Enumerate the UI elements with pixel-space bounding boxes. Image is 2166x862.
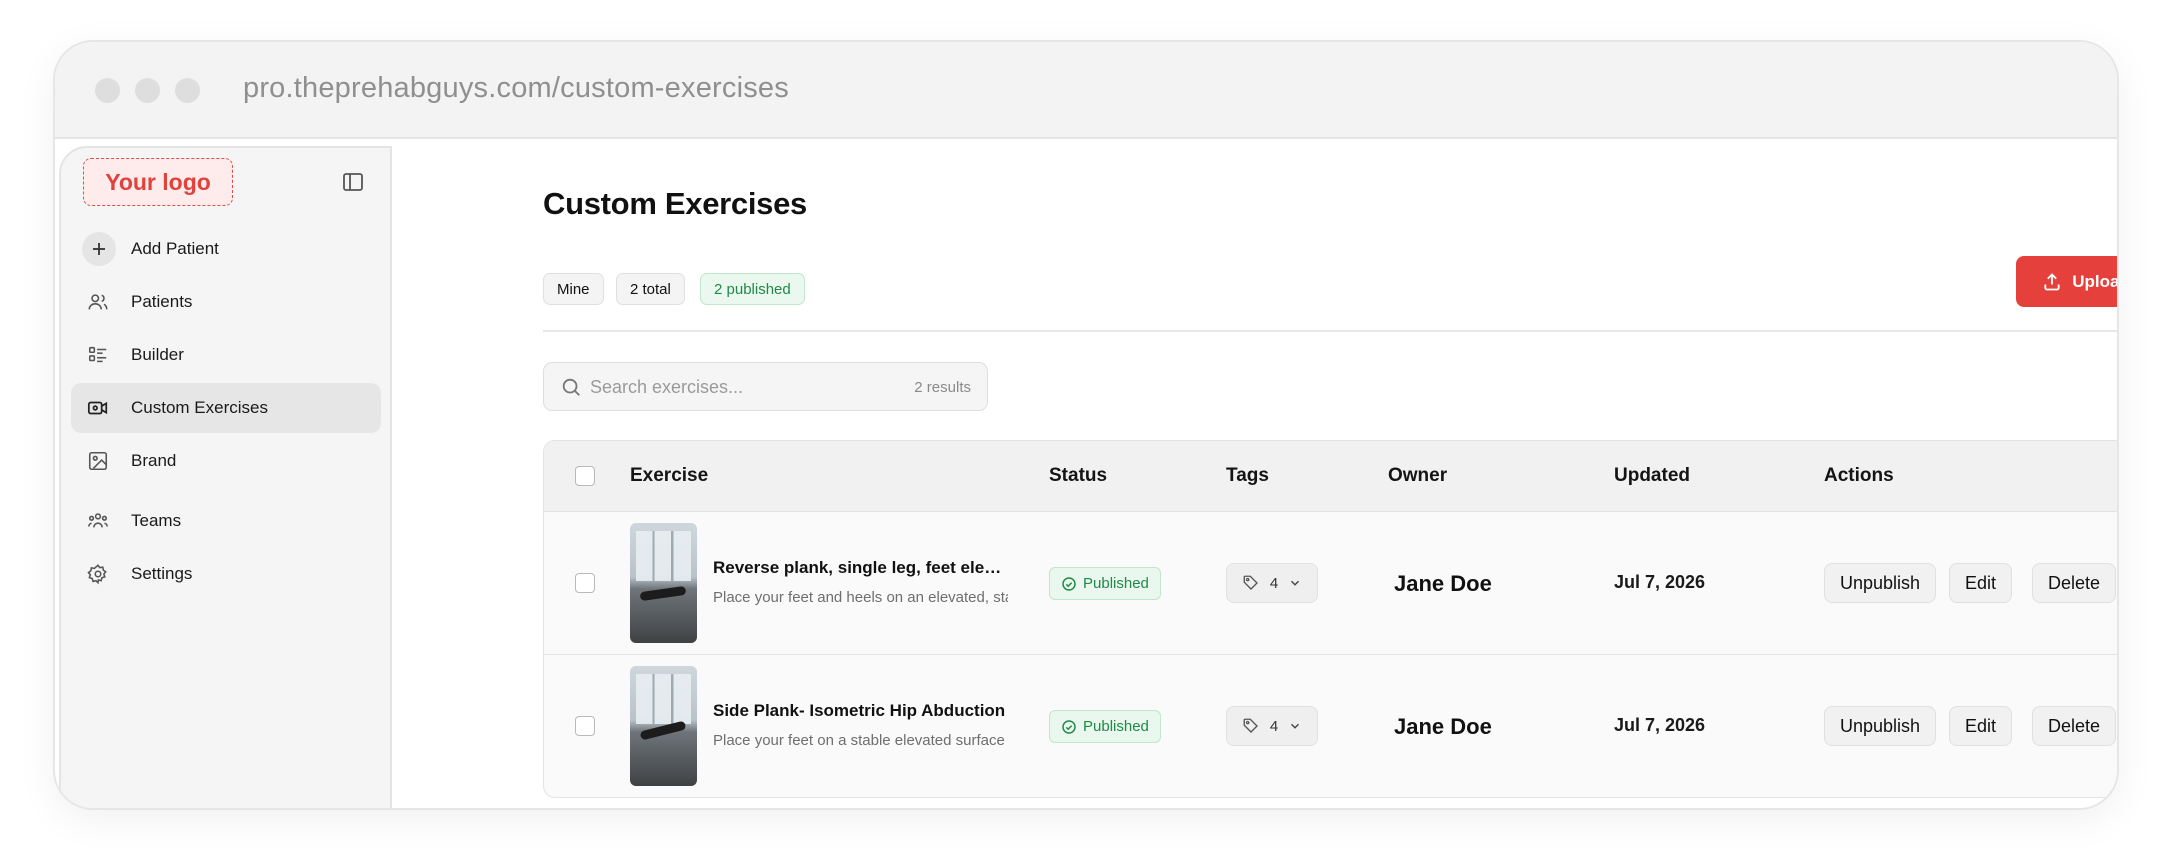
- chevron-down-icon: [1291, 723, 1300, 729]
- header-divider: [543, 330, 2117, 332]
- sidebar: Your logo Add Patient Patients Builder C…: [59, 146, 392, 808]
- total-count-chip: 2 total: [616, 273, 685, 305]
- plus-icon: [82, 232, 116, 266]
- status-badge: Published: [1049, 567, 1161, 600]
- column-header-exercise[interactable]: Exercise: [630, 465, 708, 487]
- check-circle-icon: [1062, 576, 1076, 591]
- status-badge: Published: [1049, 710, 1161, 743]
- page-title: Custom Exercises: [543, 186, 807, 221]
- status-label: Published: [1083, 718, 1149, 735]
- sidebar-item-label: Settings: [131, 564, 193, 583]
- exercises-table: Exercise Status Tags Owner Updated Actio…: [543, 440, 2117, 798]
- column-header-owner[interactable]: Owner: [1388, 465, 1447, 487]
- edit-button[interactable]: Edit: [1949, 706, 2013, 746]
- tags-count: 4: [1269, 574, 1279, 592]
- team-icon: [88, 513, 108, 528]
- row-checkbox[interactable]: [575, 716, 595, 736]
- select-all-checkbox[interactable]: [575, 466, 595, 486]
- unpublish-button[interactable]: Unpublish: [1824, 706, 1937, 746]
- sidebar-item-teams[interactable]: Teams: [71, 496, 381, 546]
- sidebar-toggle-icon[interactable]: [341, 170, 365, 194]
- sidebar-item-builder[interactable]: Builder: [71, 330, 381, 380]
- browser-window: pro.theprehabguys.com/custom-exercises Y…: [53, 40, 2119, 810]
- table-row[interactable]: Reverse plank, single leg, feet elevated…: [544, 512, 2117, 655]
- video-icon: [87, 401, 108, 415]
- search-input[interactable]: Search exercises... 2 results: [543, 362, 988, 411]
- tags-dropdown[interactable]: 4: [1226, 563, 1318, 603]
- tags-count: 4: [1269, 717, 1279, 735]
- sidebar-item-label: Builder: [131, 345, 184, 364]
- unpublish-button[interactable]: Unpublish: [1824, 563, 1937, 603]
- sidebar-item-label: Brand: [131, 451, 177, 470]
- tags-icon: [1243, 575, 1258, 590]
- users-icon: [88, 294, 108, 310]
- row-checkbox[interactable]: [575, 573, 595, 593]
- table-header: Exercise Status Tags Owner Updated Actio…: [544, 441, 2117, 512]
- window-maximize-dot[interactable]: [175, 78, 200, 103]
- sidebar-item-settings[interactable]: Settings: [71, 549, 381, 599]
- brand-logo[interactable]: Your logo: [83, 158, 233, 206]
- tags-dropdown[interactable]: 4: [1226, 706, 1318, 746]
- image-icon: [88, 451, 108, 471]
- column-header-tags[interactable]: Tags: [1226, 465, 1269, 487]
- owner-name: Jane Doe: [1394, 571, 1492, 596]
- column-header-updated[interactable]: Updated: [1614, 465, 1690, 487]
- column-header-status[interactable]: Status: [1049, 465, 1107, 487]
- window-close-dot[interactable]: [95, 78, 120, 103]
- exercise-title[interactable]: Reverse plank, single leg, feet elevated: [713, 558, 1008, 578]
- updated-date: Jul 7, 2026: [1614, 572, 1706, 592]
- list-icon: [88, 346, 107, 363]
- sidebar-item-add-patient[interactable]: Add Patient: [71, 224, 381, 274]
- exercise-title[interactable]: Side Plank- Isometric Hip Abduction: [713, 701, 1008, 721]
- edit-button[interactable]: Edit: [1949, 563, 2013, 603]
- address-bar-url[interactable]: pro.theprehabguys.com/custom-exercises: [243, 72, 789, 105]
- tags-icon: [1243, 718, 1258, 733]
- sidebar-item-custom-exercises[interactable]: Custom Exercises: [71, 383, 381, 433]
- sidebar-item-label: Add Patient: [131, 239, 219, 258]
- sidebar-item-label: Custom Exercises: [131, 398, 268, 417]
- exercise-thumbnail[interactable]: [630, 523, 697, 643]
- upload-icon: [2044, 272, 2060, 290]
- sidebar-item-brand[interactable]: Brand: [71, 436, 381, 486]
- search-results-count: 2 results: [914, 379, 971, 396]
- search-icon: [562, 378, 580, 396]
- sidebar-item-label: Teams: [131, 511, 182, 530]
- upload-button[interactable]: Upload: [2016, 256, 2119, 307]
- published-count-chip: 2 published: [700, 273, 805, 305]
- main-content: Custom Exercises Mine 2 total 2 publishe…: [493, 146, 2117, 808]
- check-circle-icon: [1062, 719, 1076, 734]
- browser-titlebar: pro.theprehabguys.com/custom-exercises: [55, 42, 2117, 139]
- updated-date: Jul 7, 2026: [1614, 715, 1706, 735]
- delete-button[interactable]: Delete: [2032, 706, 2117, 746]
- upload-button-label: Upload: [2072, 271, 2119, 291]
- owner-name: Jane Doe: [1394, 714, 1492, 739]
- sidebar-item-label: Patients: [131, 292, 193, 311]
- exercise-description: Place your feet on a stable elevated sur…: [713, 732, 1005, 749]
- search-placeholder: Search exercises...: [590, 377, 744, 397]
- column-header-actions: Actions: [1824, 465, 1894, 486]
- filter-chip-mine[interactable]: Mine: [543, 273, 604, 305]
- gear-icon: [87, 564, 107, 585]
- exercise-description: Place your feet and heels on an elevated…: [713, 589, 1008, 606]
- delete-button[interactable]: Delete: [2032, 563, 2117, 603]
- chevron-down-icon: [1291, 580, 1300, 586]
- window-minimize-dot[interactable]: [135, 78, 160, 103]
- table-row[interactable]: Side Plank- Isometric Hip Abduction Plac…: [544, 655, 2117, 797]
- status-label: Published: [1083, 575, 1149, 592]
- exercise-thumbnail[interactable]: [630, 666, 697, 786]
- sidebar-item-patients[interactable]: Patients: [71, 277, 381, 327]
